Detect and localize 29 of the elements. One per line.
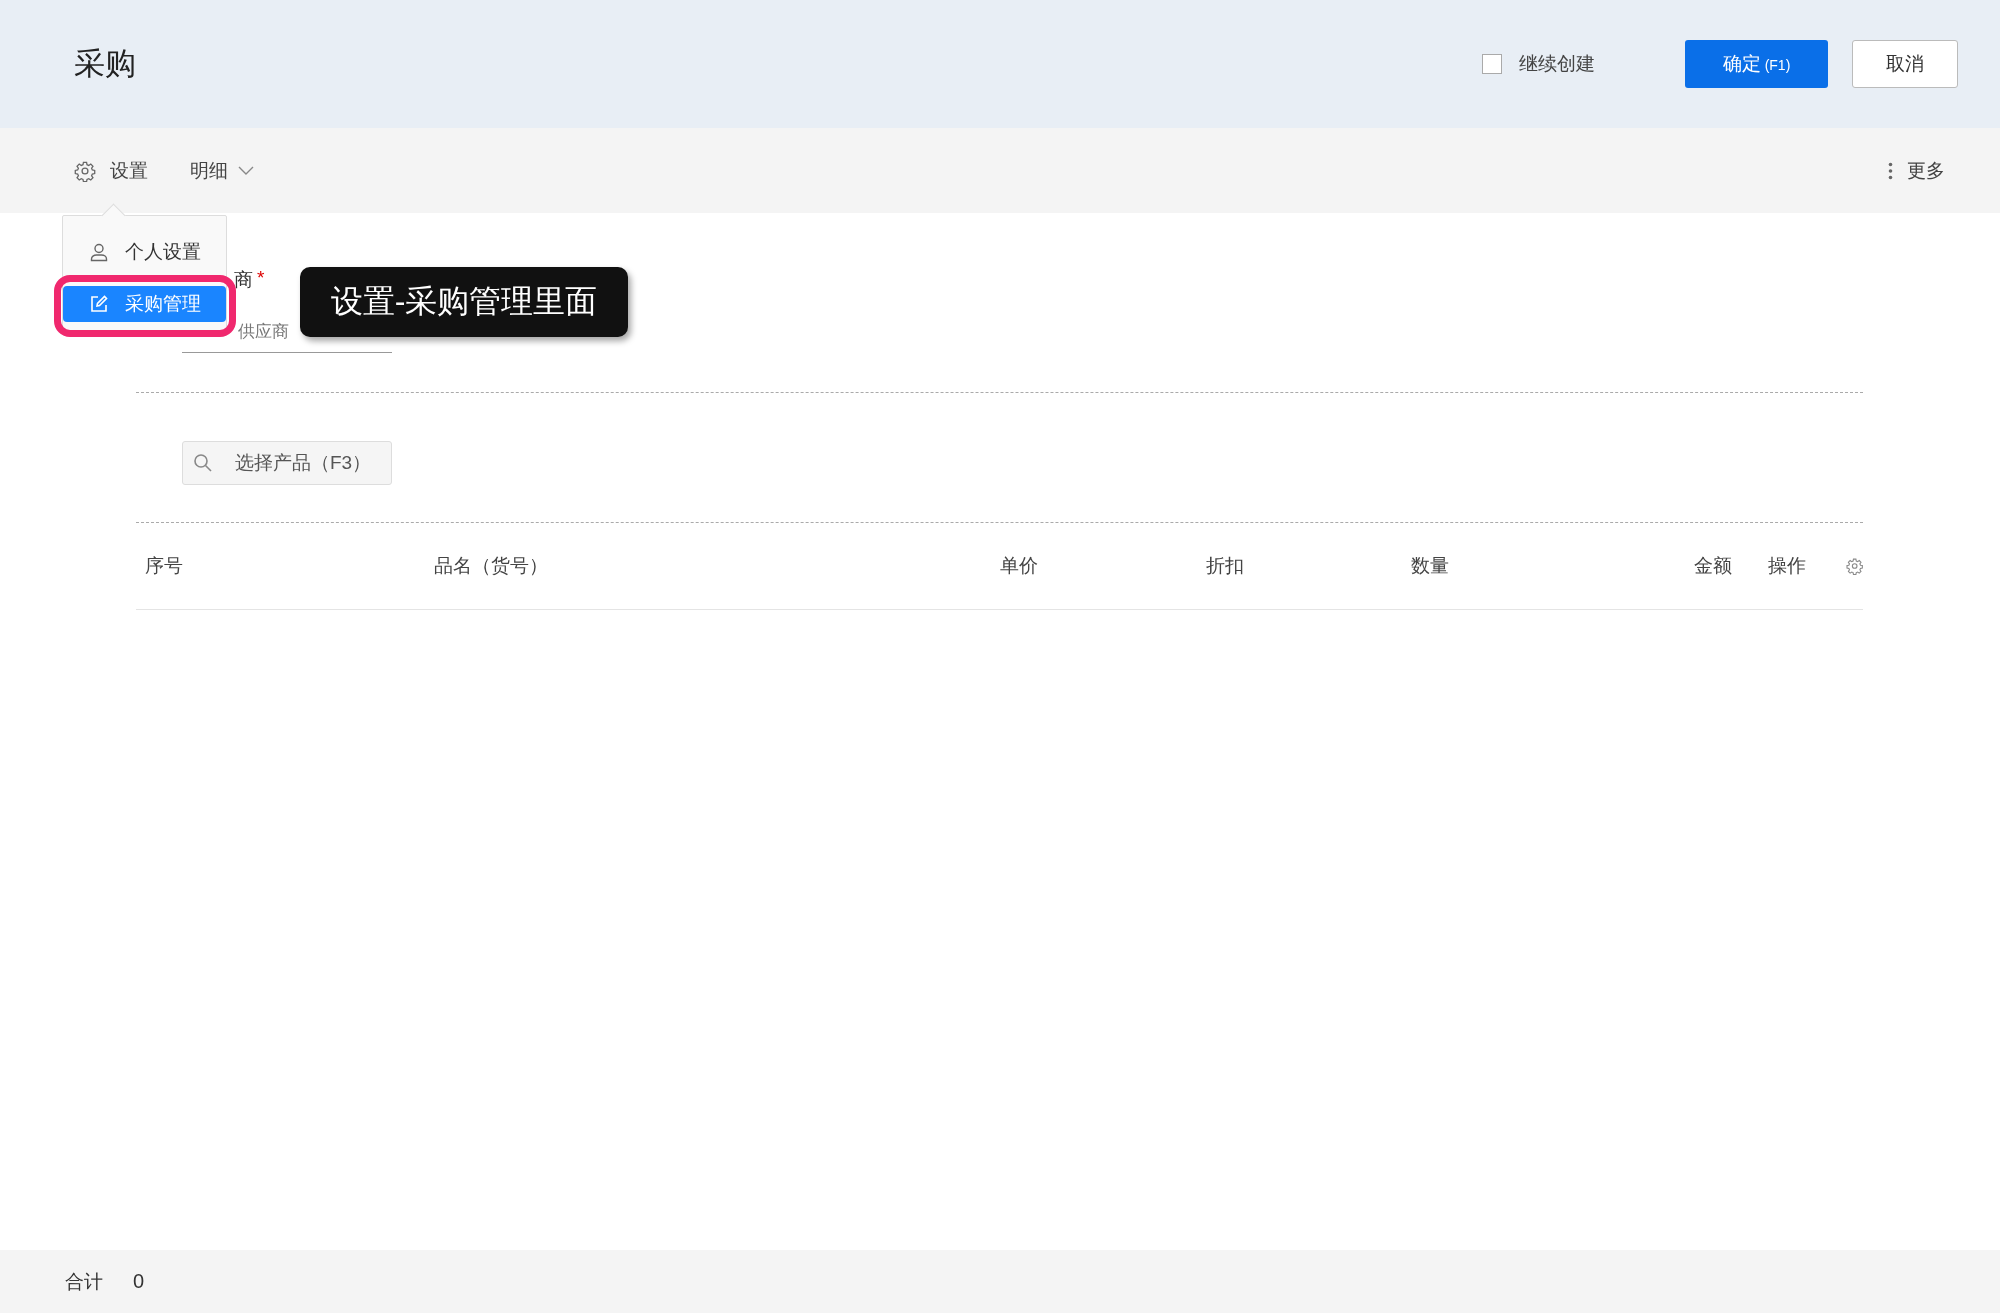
edit-icon bbox=[89, 294, 109, 314]
settings-icon[interactable] bbox=[1845, 557, 1863, 575]
chevron-down-icon bbox=[238, 165, 254, 176]
menu-item[interactable]: 采购管理 bbox=[63, 286, 226, 322]
annotation-callout: 设置-采购管理里面 bbox=[300, 267, 628, 337]
supplier-label: 商 bbox=[234, 268, 253, 292]
settings-icon bbox=[74, 159, 96, 182]
column-header: 品名（货号） bbox=[434, 554, 550, 578]
more-button[interactable]: 更多 bbox=[1888, 157, 1945, 184]
page-title: 采购 bbox=[74, 45, 136, 83]
total-value: 0 bbox=[133, 1270, 145, 1293]
person-icon bbox=[89, 242, 109, 262]
column-header: 序号 bbox=[145, 554, 184, 578]
column-header: 操作 bbox=[1767, 554, 1807, 578]
total-label: 合计 bbox=[65, 1269, 103, 1294]
menu-item[interactable]: 个人设置 bbox=[63, 234, 226, 270]
column-header: 单价 bbox=[1000, 554, 1040, 578]
required-mark: * bbox=[257, 267, 265, 290]
detail-dropdown[interactable]: 明细 bbox=[190, 157, 254, 184]
confirm-button[interactable]: 确定 (F1) bbox=[1685, 40, 1828, 88]
column-header: 数量 bbox=[1411, 554, 1450, 578]
product-search-field[interactable]: 选择产品（F3） bbox=[182, 441, 392, 485]
column-header: 折扣 bbox=[1205, 554, 1245, 578]
cancel-button[interactable]: 取消 bbox=[1852, 40, 1958, 88]
more-icon bbox=[1888, 161, 1893, 180]
settings-button[interactable]: 设置 bbox=[74, 157, 148, 184]
continue-label: 继续创建 bbox=[1519, 52, 1595, 76]
continue-checkbox[interactable] bbox=[1482, 54, 1502, 74]
column-header: 金额 bbox=[1693, 554, 1733, 578]
